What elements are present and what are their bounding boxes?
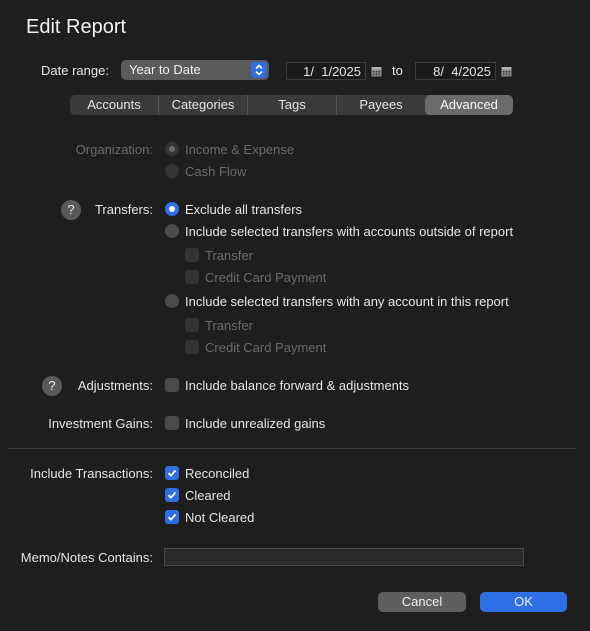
adjustments-help-icon[interactable]: ?	[42, 376, 62, 396]
inside-transfer-label: Transfer	[205, 318, 253, 333]
outside-credit-card-label: Credit Card Payment	[205, 270, 327, 285]
cleared-checkbox[interactable]	[165, 488, 179, 502]
memo-input[interactable]	[164, 548, 524, 566]
exclude-transfers-radio[interactable]	[165, 202, 179, 216]
tab-accounts[interactable]: Accounts	[70, 95, 158, 115]
unrealized-gains-checkbox-label: Include unrealized gains	[185, 416, 326, 431]
include-inside-transfers-radio[interactable]	[165, 294, 179, 308]
not-cleared-label: Not Cleared	[185, 510, 255, 525]
to-label: to	[392, 63, 403, 78]
unrealized-gains-checkbox[interactable]	[165, 416, 179, 430]
transfers-option-label: Include selected transfers with accounts…	[185, 224, 514, 239]
outside-transfer-checkbox[interactable]	[185, 248, 199, 262]
outside-transfer-label: Transfer	[205, 248, 253, 263]
organization-cash-flow-radio[interactable]	[165, 164, 179, 178]
transfers-option-label: Include selected transfers with any acco…	[185, 294, 509, 309]
start-date-field[interactable]	[286, 62, 366, 80]
not-cleared-checkbox[interactable]	[165, 510, 179, 524]
report-tabs: Accounts Categories Tags Payees Advanced	[70, 95, 513, 115]
organization-option-label: Cash Flow	[185, 164, 247, 179]
transfers-help-icon[interactable]: ?	[61, 200, 81, 220]
tab-categories[interactable]: Categories	[158, 95, 247, 115]
calendar-icon[interactable]	[501, 65, 512, 77]
transfers-option-label: Exclude all transfers	[185, 202, 303, 217]
reconciled-label: Reconciled	[185, 466, 250, 481]
end-date-field[interactable]	[415, 62, 496, 80]
inside-credit-card-label: Credit Card Payment	[205, 340, 327, 355]
divider	[8, 448, 576, 449]
checkmark-icon	[167, 491, 177, 499]
calendar-icon[interactable]	[371, 65, 382, 77]
dialog-title: Edit Report	[26, 16, 127, 38]
ok-button[interactable]: OK	[480, 592, 567, 612]
memo-label: Memo/Notes Contains:	[20, 550, 153, 565]
outside-credit-card-checkbox[interactable]	[185, 270, 199, 284]
inside-transfer-checkbox[interactable]	[185, 318, 199, 332]
date-range-popup[interactable]: Year to Date	[121, 60, 269, 80]
adjustments-label: Adjustments:	[77, 378, 153, 393]
cleared-label: Cleared	[185, 488, 231, 503]
up-down-chevron-icon	[251, 62, 267, 78]
adjustments-checkbox[interactable]	[165, 378, 179, 392]
include-outside-transfers-radio[interactable]	[165, 224, 179, 238]
checkmark-icon	[167, 469, 177, 477]
cancel-button[interactable]: Cancel	[378, 592, 466, 612]
organization-label: Organization:	[75, 142, 153, 157]
transfers-label: Transfers:	[94, 202, 153, 217]
organization-income-expense-radio[interactable]	[165, 142, 179, 156]
reconciled-checkbox[interactable]	[165, 466, 179, 480]
tab-tags[interactable]: Tags	[247, 95, 336, 115]
checkmark-icon	[167, 513, 177, 521]
tab-payees[interactable]: Payees	[336, 95, 425, 115]
tab-advanced[interactable]: Advanced	[425, 95, 513, 115]
inside-credit-card-checkbox[interactable]	[185, 340, 199, 354]
date-range-label: Date range:	[41, 63, 109, 78]
date-range-value: Year to Date	[129, 62, 201, 77]
adjustments-checkbox-label: Include balance forward & adjustments	[185, 378, 410, 393]
include-transactions-label: Include Transactions:	[30, 466, 153, 481]
investment-gains-label: Investment Gains:	[48, 416, 153, 431]
organization-option-label: Income & Expense	[185, 142, 295, 157]
